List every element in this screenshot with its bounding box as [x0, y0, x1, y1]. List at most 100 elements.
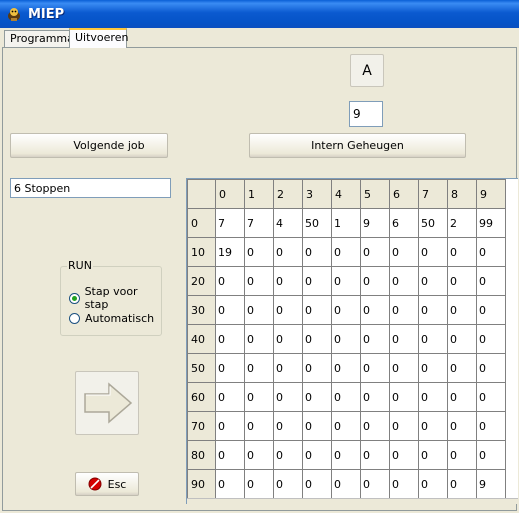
memory-cell[interactable]: 0: [476, 266, 506, 296]
memory-cell[interactable]: 0: [215, 266, 245, 296]
memory-cell[interactable]: 0: [360, 382, 390, 412]
memory-cell[interactable]: 9: [476, 469, 506, 499]
radio-indicator[interactable]: [69, 313, 80, 324]
memory-cell[interactable]: 0: [389, 353, 419, 383]
memory-cell[interactable]: 0: [360, 266, 390, 296]
memory-cell[interactable]: 0: [447, 237, 477, 267]
memory-cell[interactable]: 0: [360, 469, 390, 499]
memory-cell[interactable]: 0: [476, 324, 506, 354]
memory-cell[interactable]: 0: [331, 295, 361, 325]
memory-cell[interactable]: 7: [244, 208, 274, 238]
memory-cell[interactable]: 0: [244, 411, 274, 441]
memory-cell[interactable]: 0: [302, 353, 332, 383]
memory-cell[interactable]: 0: [244, 324, 274, 354]
memory-cell[interactable]: 0: [389, 440, 419, 470]
memory-cell[interactable]: 0: [476, 440, 506, 470]
memory-cell[interactable]: 0: [418, 295, 448, 325]
memory-cell[interactable]: 0: [244, 440, 274, 470]
memory-cell[interactable]: 0: [331, 469, 361, 499]
memory-cell[interactable]: 0: [273, 324, 303, 354]
memory-cell[interactable]: 0: [418, 469, 448, 499]
memory-cell[interactable]: 0: [447, 324, 477, 354]
memory-cell[interactable]: 0: [302, 469, 332, 499]
memory-cell[interactable]: 0: [302, 266, 332, 296]
memory-cell[interactable]: 0: [476, 237, 506, 267]
tab-uitvoeren[interactable]: Uitvoeren: [69, 28, 128, 48]
memory-cell[interactable]: 0: [389, 295, 419, 325]
memory-cell[interactable]: 0: [447, 411, 477, 441]
memory-cell[interactable]: 0: [273, 266, 303, 296]
memory-cell[interactable]: 0: [418, 266, 448, 296]
next-job-button[interactable]: Volgende job: [10, 133, 168, 158]
memory-cell[interactable]: 0: [215, 324, 245, 354]
step-arrow-button[interactable]: [75, 371, 139, 435]
memory-cell[interactable]: 0: [389, 469, 419, 499]
memory-cell[interactable]: 0: [215, 440, 245, 470]
memory-cell[interactable]: 0: [360, 324, 390, 354]
memory-cell[interactable]: 0: [360, 295, 390, 325]
memory-cell[interactable]: 0: [331, 382, 361, 412]
memory-cell[interactable]: 0: [389, 266, 419, 296]
memory-cell[interactable]: 0: [244, 237, 274, 267]
memory-cell[interactable]: 9: [360, 208, 390, 238]
memory-cell[interactable]: 0: [244, 353, 274, 383]
memory-cell[interactable]: 0: [447, 440, 477, 470]
memory-cell[interactable]: 0: [389, 324, 419, 354]
memory-cell[interactable]: 0: [302, 411, 332, 441]
memory-cell[interactable]: 0: [418, 382, 448, 412]
memory-cell[interactable]: 0: [273, 382, 303, 412]
memory-cell[interactable]: 0: [418, 440, 448, 470]
internal-memory-button[interactable]: Intern Geheugen: [249, 133, 466, 158]
memory-cell[interactable]: 0: [244, 382, 274, 412]
memory-cell[interactable]: 0: [360, 237, 390, 267]
memory-cell[interactable]: 0: [476, 411, 506, 441]
memory-cell[interactable]: 0: [273, 353, 303, 383]
memory-cell[interactable]: 0: [331, 440, 361, 470]
memory-cell[interactable]: 0: [447, 295, 477, 325]
memory-cell[interactable]: 0: [215, 411, 245, 441]
memory-cell[interactable]: 0: [244, 266, 274, 296]
memory-cell[interactable]: 0: [331, 411, 361, 441]
memory-cell[interactable]: 0: [418, 324, 448, 354]
memory-cell[interactable]: 0: [215, 353, 245, 383]
memory-cell[interactable]: 4: [273, 208, 303, 238]
memory-cell[interactable]: 0: [476, 353, 506, 383]
memory-cell[interactable]: 0: [273, 237, 303, 267]
memory-cell[interactable]: 0: [215, 469, 245, 499]
memory-cell[interactable]: 0: [331, 266, 361, 296]
memory-cell[interactable]: 0: [331, 237, 361, 267]
memory-cell[interactable]: 0: [302, 237, 332, 267]
memory-cell[interactable]: 0: [447, 382, 477, 412]
memory-cell[interactable]: 6: [389, 208, 419, 238]
memory-cell[interactable]: 19: [215, 237, 245, 267]
memory-cell[interactable]: 0: [244, 469, 274, 499]
memory-cell[interactable]: 50: [418, 208, 448, 238]
memory-grid[interactable]: 0 1 2 3 4 5 6 7 8 9 0 7 7 4 50 1 9 6 50 2 99 10 19 0 0 0 0 0 0 0 0 0 20 0…: [186, 178, 518, 504]
memory-cell[interactable]: 0: [273, 295, 303, 325]
esc-button[interactable]: Esc: [75, 472, 139, 496]
memory-cell[interactable]: 0: [273, 411, 303, 441]
memory-cell[interactable]: 0: [360, 411, 390, 441]
memory-cell[interactable]: 99: [476, 208, 506, 238]
memory-cell[interactable]: 7: [215, 208, 245, 238]
memory-cell[interactable]: 0: [389, 382, 419, 412]
memory-cell[interactable]: 2: [447, 208, 477, 238]
title-bar[interactable]: MIEP: [0, 0, 519, 28]
memory-cell[interactable]: 0: [476, 295, 506, 325]
radio-indicator-checked[interactable]: [69, 292, 80, 304]
memory-cell[interactable]: 0: [302, 440, 332, 470]
memory-cell[interactable]: 0: [418, 353, 448, 383]
memory-cell[interactable]: 0: [447, 353, 477, 383]
radio-automatisch[interactable]: Automatisch: [69, 312, 154, 325]
memory-cell[interactable]: 0: [244, 295, 274, 325]
memory-cell[interactable]: 0: [360, 353, 390, 383]
radio-stap-voor-stap[interactable]: Stap voor stap: [69, 285, 161, 311]
memory-cell[interactable]: 0: [418, 237, 448, 267]
memory-cell[interactable]: 0: [331, 353, 361, 383]
memory-cell[interactable]: 1: [331, 208, 361, 238]
memory-cell[interactable]: 0: [476, 382, 506, 412]
memory-cell[interactable]: 0: [215, 382, 245, 412]
memory-cell[interactable]: 0: [447, 266, 477, 296]
memory-cell[interactable]: 0: [360, 440, 390, 470]
memory-cell[interactable]: 0: [302, 295, 332, 325]
